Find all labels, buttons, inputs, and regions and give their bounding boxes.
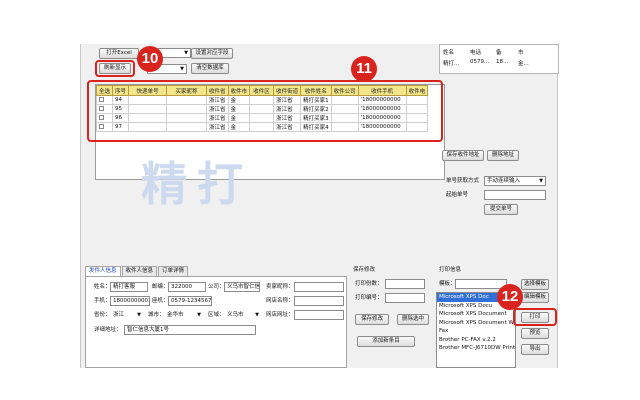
start-no-label: 起始单号 bbox=[446, 192, 469, 198]
sender-tel-label: 座机： bbox=[152, 298, 169, 304]
step-badge-11: 11 bbox=[351, 56, 377, 82]
chevron-down-icon: ▼ bbox=[180, 66, 184, 72]
district-value: 义乌市 bbox=[227, 312, 244, 318]
single-mode-value: 手动连续输入 bbox=[487, 178, 521, 184]
sender-name-label: 姓名： bbox=[94, 284, 111, 290]
sender-tel-input[interactable]: 0579-1234567 bbox=[168, 296, 212, 306]
province-select[interactable]: 浙江 ▼ bbox=[110, 310, 144, 320]
list-item[interactable]: Microsoft XPS Document bbox=[437, 310, 515, 319]
save-address-button[interactable]: 保存收件地址 bbox=[442, 150, 484, 161]
address-cell-note[interactable]: 18... bbox=[496, 59, 508, 65]
template-label: 模板： bbox=[439, 281, 456, 287]
address-header-name: 姓名 bbox=[443, 50, 455, 56]
print-count-input[interactable] bbox=[385, 279, 425, 289]
sender-zip-input[interactable]: 322000 bbox=[168, 282, 206, 292]
print-info-title: 打印信息 bbox=[439, 267, 462, 273]
start-no-input[interactable] bbox=[484, 190, 546, 200]
seller-nick-label: 卖家昵称： bbox=[266, 284, 294, 290]
sender-company-input[interactable]: 义乌市智仁信息 bbox=[224, 282, 260, 292]
seller-nick-input[interactable] bbox=[294, 282, 344, 292]
list-item[interactable]: Fax bbox=[437, 327, 515, 336]
address-header-note: 备 bbox=[496, 50, 502, 56]
chevron-down-icon: ▼ bbox=[137, 312, 141, 318]
address-cell-name[interactable]: 精打... bbox=[443, 59, 459, 67]
tab-sender[interactable]: 发件人信息 bbox=[85, 266, 121, 276]
sender-phone-label: 手机： bbox=[94, 298, 111, 304]
shop-name-label: 网店名称： bbox=[266, 298, 294, 304]
list-item[interactable]: Microsoft XPS Document W bbox=[437, 319, 515, 328]
province-value: 浙江 bbox=[113, 312, 125, 318]
set-fields-button[interactable]: 设置对应字段 bbox=[191, 48, 233, 59]
watermark: 精打 bbox=[141, 157, 253, 211]
tab-receiver[interactable]: 收件人信息 bbox=[121, 266, 158, 276]
address-input[interactable]: 智仁信息大厦1号 bbox=[124, 325, 256, 335]
highlight-grid bbox=[87, 80, 443, 142]
sender-zip-label: 邮编： bbox=[152, 284, 169, 290]
delete-selected-button[interactable]: 删除选中 bbox=[397, 314, 429, 325]
single-mode-label: 单号获取方式 bbox=[446, 178, 480, 184]
save-modify-button[interactable]: 保存修改 bbox=[355, 314, 389, 325]
highlight-print bbox=[513, 308, 557, 326]
print-no-label: 打印编号： bbox=[355, 295, 383, 301]
chevron-down-icon: ▼ bbox=[539, 178, 543, 184]
chevron-down-icon: ▼ bbox=[184, 50, 188, 56]
city-select[interactable]: 金华市 ▼ bbox=[164, 310, 204, 320]
preview-button[interactable]: 预览 bbox=[521, 328, 549, 339]
sender-name-input[interactable]: 精打客服 bbox=[110, 282, 148, 292]
delete-address-button[interactable]: 删除地址 bbox=[487, 150, 519, 161]
city-value: 金华市 bbox=[167, 312, 184, 318]
district-label: 区域： bbox=[208, 312, 225, 318]
city-label: 城市： bbox=[148, 312, 165, 318]
list-item[interactable]: Brother MFC-J6710DW Printe bbox=[437, 344, 515, 353]
add-entry-button[interactable]: 添加新条目 bbox=[357, 336, 415, 347]
print-no-input[interactable] bbox=[385, 293, 425, 303]
shop-name-input[interactable] bbox=[294, 296, 344, 306]
address-list[interactable]: 姓名 电话 备 市 精打... 0579... 18... 金... bbox=[439, 44, 559, 74]
address-header-city: 市 bbox=[518, 50, 524, 56]
address-label: 详细地址： bbox=[94, 327, 122, 333]
single-mode-select[interactable]: 手动连续输入 ▼ bbox=[484, 176, 546, 186]
sender-phone-input[interactable]: 18000000001 bbox=[110, 296, 150, 306]
chevron-down-icon: ▼ bbox=[197, 312, 201, 318]
export-button[interactable]: 导出 bbox=[521, 344, 549, 355]
clear-db-button[interactable]: 清空数据库 bbox=[191, 63, 229, 74]
district-select[interactable]: 义乌市 ▼ bbox=[224, 310, 262, 320]
sender-company-label: 公司： bbox=[208, 284, 225, 290]
address-cell-city[interactable]: 金... bbox=[518, 59, 529, 67]
info-tabs: 发件人信息 收件人信息 订单详情 bbox=[85, 266, 189, 276]
tab-order[interactable]: 订单详情 bbox=[158, 266, 189, 276]
print-count-label: 打印份数： bbox=[355, 281, 383, 287]
shop-url-label: 网店网址： bbox=[266, 312, 294, 318]
edit-template-button[interactable]: 编辑模板 bbox=[521, 292, 549, 303]
save-modify-title: 保存修改 bbox=[353, 267, 376, 273]
highlight-refresh bbox=[95, 60, 135, 77]
address-header-phone: 电话 bbox=[470, 50, 482, 56]
step-badge-12: 12 bbox=[497, 284, 523, 310]
step-badge-10: 10 bbox=[137, 46, 163, 72]
submit-no-button[interactable]: 提交单号 bbox=[484, 204, 518, 215]
address-cell-phone[interactable]: 0579... bbox=[470, 59, 489, 65]
list-item[interactable]: Brother PC-FAX v.2.2 bbox=[437, 336, 515, 345]
sender-panel: 姓名： 精打客服 邮编： 322000 公司： 义乌市智仁信息 卖家昵称： 手机… bbox=[85, 276, 347, 368]
open-excel-button[interactable]: 打开Excel bbox=[99, 48, 139, 59]
shop-url-input[interactable] bbox=[294, 310, 344, 320]
app-window: 打开Excel ▼ 设置对应字段 刷新显示 ▼ 清空数据库 10 全选 序号 快… bbox=[80, 44, 559, 368]
chevron-down-icon: ▼ bbox=[255, 312, 259, 318]
province-label: 省份： bbox=[94, 312, 111, 318]
choose-template-button[interactable]: 选择模板 bbox=[521, 279, 549, 290]
